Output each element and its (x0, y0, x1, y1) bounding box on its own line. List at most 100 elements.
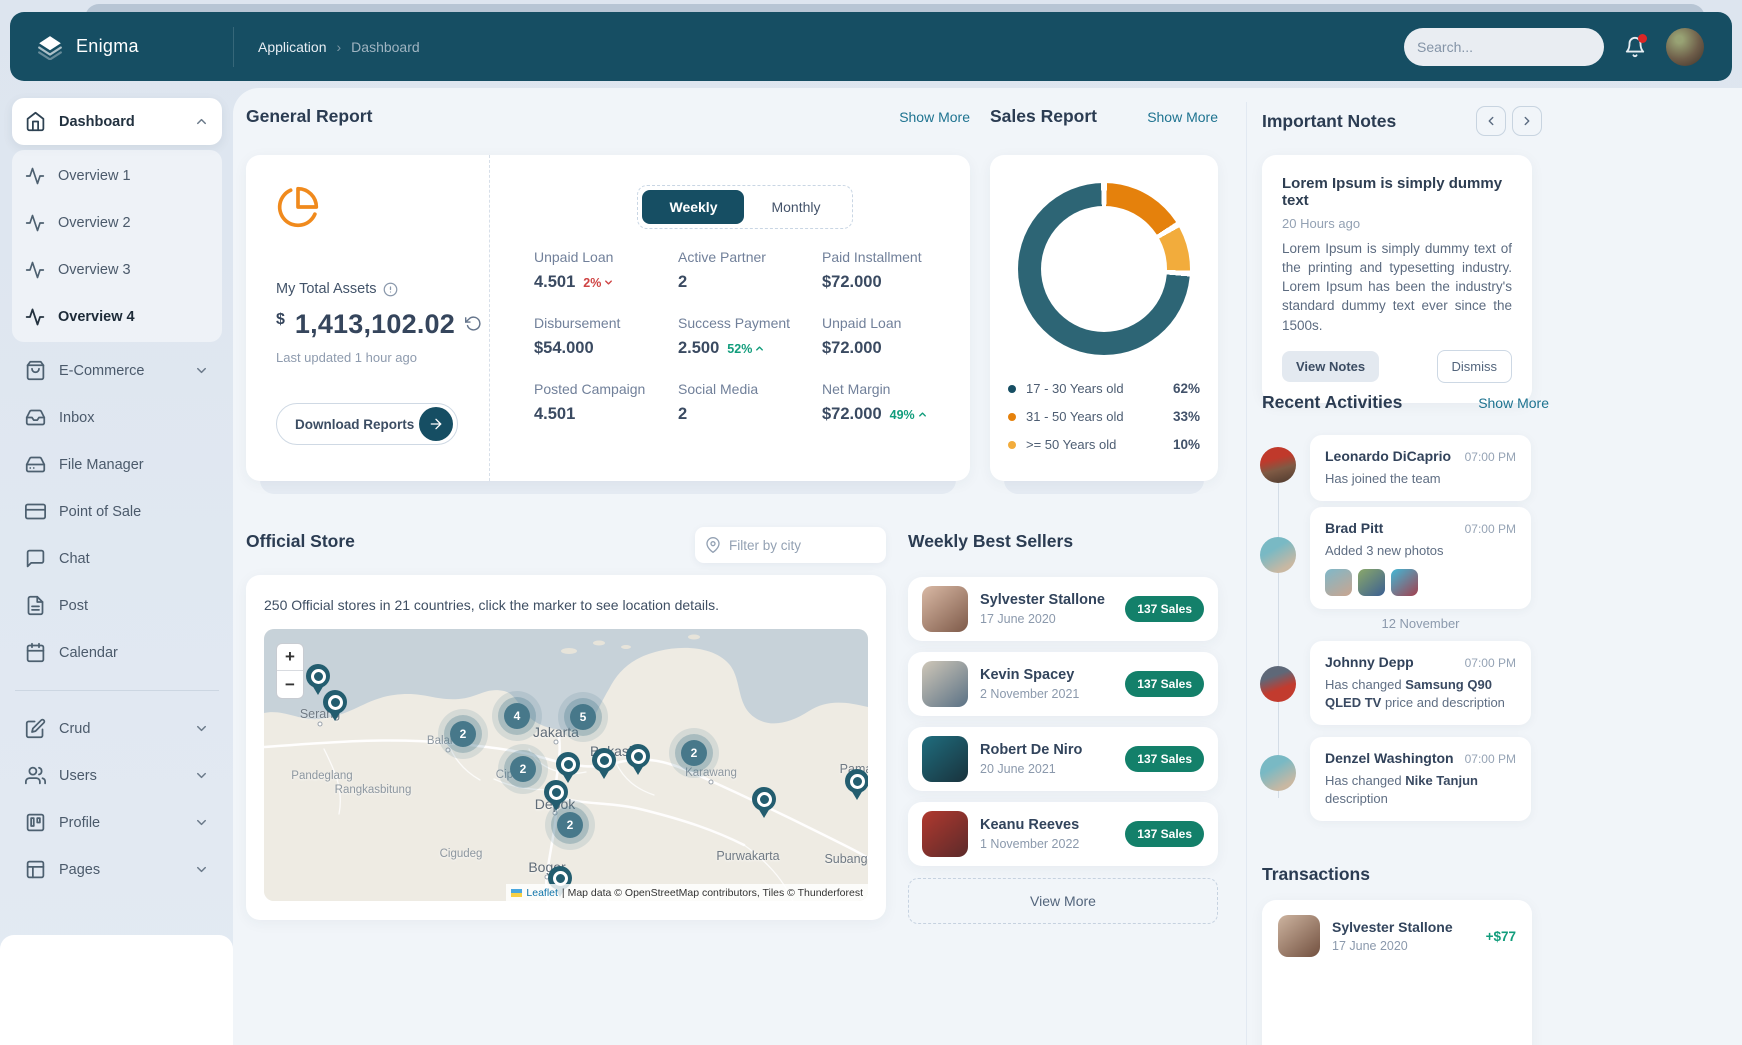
best-seller-item[interactable]: Keanu Reeves1 November 2022 137 Sales (908, 802, 1218, 866)
breadcrumb-application[interactable]: Application (258, 39, 327, 55)
activity-item[interactable]: Brad Pitt07:00 PM Added 3 new photos (1310, 507, 1531, 609)
sidebar-item-file-manager[interactable]: File Manager (12, 441, 222, 488)
sidebar-item-overview-4[interactable]: Overview 4 (12, 293, 222, 340)
sidebar-item-ecommerce[interactable]: E-Commerce (12, 347, 222, 394)
info-icon[interactable] (383, 282, 398, 297)
leaflet-link[interactable]: Leaflet (526, 887, 558, 899)
notifications-button[interactable] (1624, 36, 1646, 58)
view-notes-button[interactable]: View Notes (1282, 351, 1379, 382)
best-sellers-header: Weekly Best Sellers (908, 531, 1218, 552)
sidebar-item-post[interactable]: Post (12, 582, 222, 629)
activity-item[interactable]: Leonardo DiCaprio07:00 PM Has joined the… (1310, 435, 1531, 501)
official-store-card: 250 Official stores in 21 countries, cli… (246, 575, 886, 920)
section-title: Transactions (1262, 864, 1370, 885)
user-avatar[interactable] (1666, 28, 1704, 66)
activity-item[interactable]: Denzel Washington07:00 PM Has changed Ni… (1310, 737, 1531, 821)
search-input[interactable] (1417, 39, 1598, 55)
delta-badge: 49% (890, 408, 928, 422)
transaction-item[interactable]: Sylvester Stallone17 June 2020 +$77 (1278, 915, 1516, 957)
filter-by-city-input[interactable] (729, 538, 876, 553)
sidebar-item-overview-1[interactable]: Overview 1 (12, 152, 222, 199)
map-pin-marker[interactable] (626, 744, 650, 768)
sidebar-item-users[interactable]: Users (12, 752, 222, 799)
map-cluster-marker[interactable]: 2 (510, 756, 536, 782)
shopping-bag-icon (25, 360, 46, 381)
refresh-icon[interactable] (465, 315, 482, 332)
panel-divider (1246, 102, 1247, 1045)
sidebar-item-pages[interactable]: Pages (12, 846, 222, 893)
sidebar-item-crud[interactable]: Crud (12, 705, 222, 752)
view-more-button[interactable]: View More (908, 878, 1218, 924)
toggle-weekly[interactable]: Weekly (642, 190, 744, 224)
stat-cell: Active Partner 2 (678, 249, 812, 292)
dismiss-button[interactable]: Dismiss (1437, 350, 1513, 383)
map-cluster-marker[interactable]: 2 (681, 740, 707, 766)
activity-icon (25, 307, 45, 327)
flag-icon (511, 889, 522, 897)
download-reports-button[interactable]: Download Reports (276, 403, 458, 445)
sidebar-item-label: Overview 1 (58, 168, 209, 184)
note-body: Lorem Ipsum is simply dummy text of the … (1282, 239, 1512, 335)
photo-thumbnail[interactable] (1358, 569, 1385, 596)
map-cluster-marker[interactable]: 2 (450, 721, 476, 747)
map-pin-marker[interactable] (752, 787, 776, 811)
notes-next-button[interactable] (1512, 106, 1542, 136)
sidebar-item-inbox[interactable]: Inbox (12, 394, 222, 441)
sidebar-item-label: File Manager (59, 457, 209, 473)
sidebar-item-label: Point of Sale (59, 504, 209, 520)
note-title[interactable]: Lorem Ipsum is simply dummy text (1282, 175, 1512, 209)
map-pin-marker[interactable] (556, 752, 580, 776)
chevron-right-icon (1520, 114, 1534, 128)
topbar-divider (233, 27, 234, 67)
general-report-show-more[interactable]: Show More (899, 109, 970, 125)
map-pin-marker[interactable] (306, 664, 330, 688)
avatar (922, 661, 968, 707)
brand[interactable]: Enigma (10, 34, 233, 60)
age-donut-chart[interactable] (1018, 183, 1190, 355)
sidebar-item-label: E-Commerce (59, 363, 181, 379)
sidebar-item-overview-3[interactable]: Overview 3 (12, 246, 222, 293)
photo-thumbnail[interactable] (1325, 569, 1352, 596)
best-seller-item[interactable]: Robert De Niro20 June 2021 137 Sales (908, 727, 1218, 791)
toggle-monthly[interactable]: Monthly (744, 190, 847, 224)
report-stats-pane: Weekly Monthly Unpaid Loan 4.501 2% Acti… (490, 155, 970, 481)
map-pin-marker[interactable] (845, 769, 868, 793)
zoom-in-button[interactable]: + (277, 644, 303, 671)
legend-dot (1008, 441, 1016, 449)
official-store-header: Official Store (246, 531, 886, 552)
legend-row: 17 - 30 Years old 62% (1008, 381, 1200, 396)
map-pin-marker[interactable] (323, 690, 347, 714)
store-map[interactable]: + − Serang Jakarta Bekasi Depok Bogor Pu… (264, 629, 868, 901)
best-seller-item[interactable]: Sylvester Stallone17 June 2020 137 Sales (908, 577, 1218, 641)
stats-grid: Unpaid Loan 4.501 2% Active Partner 2 Pa… (534, 249, 956, 424)
activity-item[interactable]: Johnny Depp07:00 PM Has changed Samsung … (1310, 641, 1531, 725)
photo-thumbnail[interactable] (1391, 569, 1418, 596)
map-pin-icon (705, 537, 721, 553)
sidebar: Dashboard Overview 1 Overview 2 Overview… (0, 88, 233, 1045)
sales-report-show-more[interactable]: Show More (1147, 109, 1218, 125)
brand-name: Enigma (76, 36, 139, 57)
sidebar-item-profile[interactable]: Profile (12, 799, 222, 846)
map-pin-marker[interactable] (592, 748, 616, 772)
section-title: Recent Activities (1262, 392, 1402, 413)
topbar: Enigma Application › Dashboard (10, 12, 1732, 81)
map-cluster-marker[interactable]: 2 (557, 812, 583, 838)
important-note-card: Lorem Ipsum is simply dummy text 20 Hour… (1262, 155, 1532, 403)
activities-show-more[interactable]: Show More (1478, 395, 1549, 411)
notes-prev-button[interactable] (1476, 106, 1506, 136)
sidebar-item-chat[interactable]: Chat (12, 535, 222, 582)
zoom-out-button[interactable]: − (277, 671, 303, 698)
period-toggle: Weekly Monthly (637, 185, 852, 229)
city-label: Jakarta (533, 724, 579, 740)
search-box (1404, 28, 1604, 66)
map-pin-marker[interactable] (544, 780, 568, 804)
best-seller-item[interactable]: Kevin Spacey2 November 2021 137 Sales (908, 652, 1218, 716)
sidebar-item-point-of-sale[interactable]: Point of Sale (12, 488, 222, 535)
hard-drive-icon (25, 454, 46, 475)
file-text-icon (25, 595, 46, 616)
sidebar-item-overview-2[interactable]: Overview 2 (12, 199, 222, 246)
sidebar-item-dashboard[interactable]: Dashboard (12, 98, 222, 145)
sidebar-item-calendar[interactable]: Calendar (12, 629, 222, 676)
map-cluster-marker[interactable]: 4 (504, 703, 530, 729)
map-cluster-marker[interactable]: 5 (570, 704, 596, 730)
